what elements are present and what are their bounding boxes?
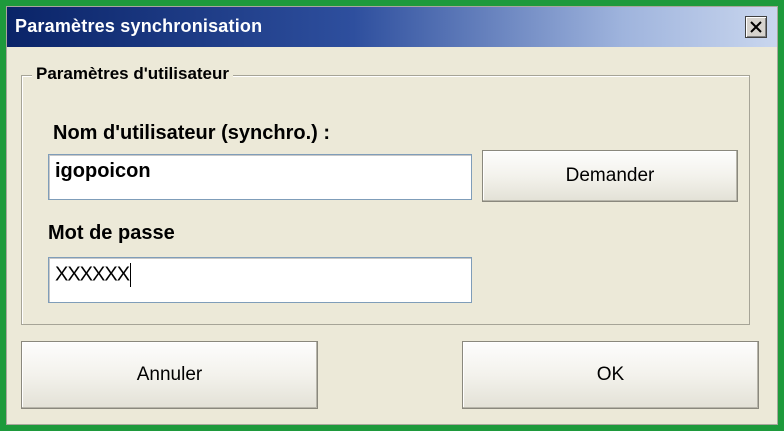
group-legend: Paramètres d'utilisateur <box>32 64 234 84</box>
password-value: XXXXXX <box>55 263 130 286</box>
password-input[interactable]: XXXXXX <box>48 257 472 303</box>
close-icon <box>750 21 762 33</box>
request-button-label: Demander <box>565 165 655 186</box>
title-bar[interactable]: Paramètres synchronisation <box>7 7 777 47</box>
cancel-button-label: Annuler <box>136 364 203 385</box>
username-input[interactable]: igopoicon <box>48 154 472 200</box>
ok-button-label: OK <box>596 364 625 385</box>
ok-button[interactable]: OK <box>462 341 759 409</box>
window-title: Paramètres synchronisation <box>15 16 263 36</box>
cancel-button[interactable]: Annuler <box>21 341 318 409</box>
close-button[interactable] <box>745 16 767 38</box>
username-label: Nom d'utilisateur (synchro.) : <box>53 122 331 144</box>
text-caret <box>130 263 132 287</box>
password-label: Mot de passe <box>48 222 175 244</box>
username-value: igopoicon <box>55 160 151 182</box>
request-button[interactable]: Demander <box>482 150 738 202</box>
